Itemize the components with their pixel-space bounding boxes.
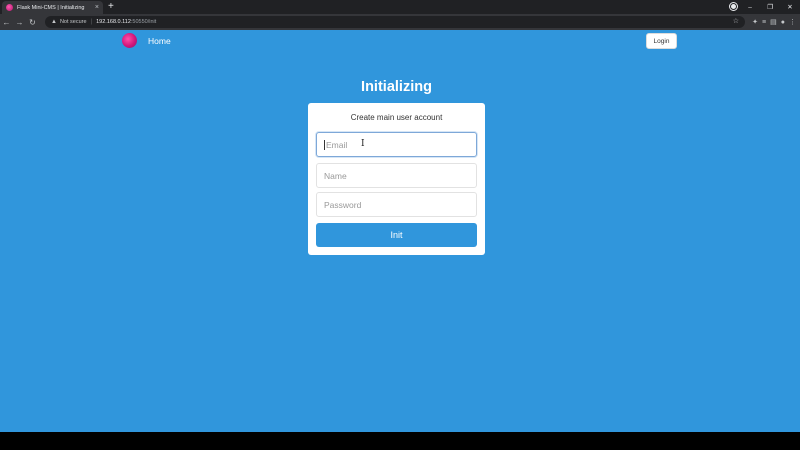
record-icon bbox=[730, 3, 737, 10]
page-content: Home Login Initializing Create main user… bbox=[0, 30, 800, 432]
tab-close-icon[interactable]: × bbox=[95, 4, 99, 11]
browser-tab[interactable]: Flask Mini-CMS | Initializing × bbox=[2, 1, 103, 14]
forward-button[interactable]: → bbox=[13, 18, 26, 27]
card-heading: Create main user account bbox=[350, 113, 443, 122]
init-button[interactable]: Init bbox=[316, 223, 477, 247]
init-form-card: Create main user account Email Name Pass… bbox=[308, 103, 485, 255]
password-placeholder: Password bbox=[324, 199, 362, 210]
back-button[interactable]: ← bbox=[0, 18, 13, 27]
email-placeholder: Email bbox=[326, 139, 348, 150]
bookmark-star-icon[interactable]: ☆ bbox=[733, 17, 739, 25]
browser-tab-strip: Flask Mini-CMS | Initializing × + – ❐ ✕ bbox=[0, 0, 800, 14]
new-tab-button[interactable]: + bbox=[108, 1, 114, 13]
security-label: Not secure bbox=[59, 19, 87, 25]
email-field[interactable]: Email bbox=[316, 132, 477, 157]
reload-button[interactable]: ↻ bbox=[26, 18, 39, 27]
window-controls: – ❐ ✕ bbox=[740, 0, 800, 14]
screen-bottom-bar bbox=[0, 432, 800, 450]
login-button[interactable]: Login bbox=[646, 33, 677, 49]
profile-icon[interactable]: ● bbox=[781, 19, 785, 26]
browser-toolbar: ← → ↻ ▲ Not secure | 192.168.0.112 :5055… bbox=[0, 14, 800, 30]
warning-icon: ▲ bbox=[51, 19, 57, 25]
tab-title: Flask Mini-CMS | Initializing bbox=[17, 4, 85, 11]
sidebar-icon[interactable]: ▤ bbox=[770, 18, 777, 26]
site-navbar: Home Login bbox=[0, 30, 800, 54]
media-icon[interactable]: ≡ bbox=[762, 19, 766, 26]
nav-home-link[interactable]: Home bbox=[148, 36, 171, 46]
extension-icons: ✦ ≡ ▤ ● ⋮ bbox=[752, 14, 796, 30]
menu-icon[interactable]: ⋮ bbox=[789, 18, 796, 26]
divider: | bbox=[90, 19, 93, 25]
name-field[interactable]: Name bbox=[316, 163, 477, 188]
url-host: 192.168.0.112 bbox=[96, 19, 131, 25]
site-logo[interactable] bbox=[122, 33, 137, 48]
minimize-button[interactable]: – bbox=[740, 4, 760, 11]
close-window-button[interactable]: ✕ bbox=[780, 3, 800, 11]
text-cursor-icon: I bbox=[361, 139, 365, 149]
favicon-icon bbox=[6, 4, 13, 11]
restore-button[interactable]: ❐ bbox=[760, 3, 780, 11]
url-path: :50550/init bbox=[130, 19, 157, 25]
address-bar[interactable]: ▲ Not secure | 192.168.0.112 :50550/init… bbox=[45, 16, 745, 28]
page-title: Initializing bbox=[361, 79, 432, 95]
extensions-icon[interactable]: ✦ bbox=[752, 18, 758, 26]
name-placeholder: Name bbox=[324, 170, 347, 181]
password-field[interactable]: Password bbox=[316, 192, 477, 217]
